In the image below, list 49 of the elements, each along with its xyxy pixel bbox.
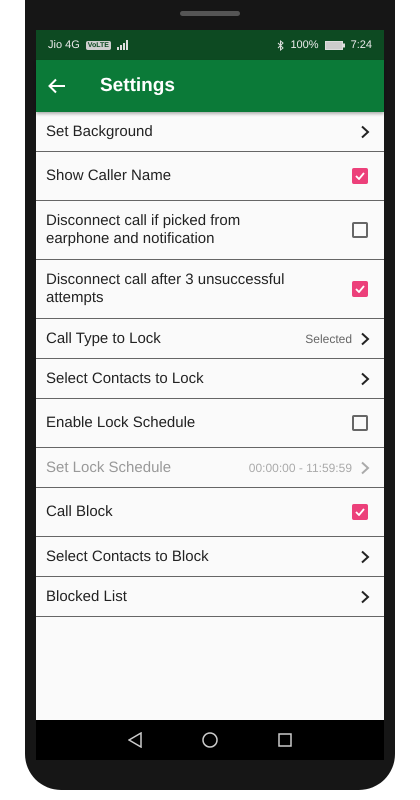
chevron-icon xyxy=(360,372,370,386)
speaker-grille xyxy=(180,11,240,16)
bluetooth-icon xyxy=(277,40,284,50)
setting-label: Set Background xyxy=(46,122,154,140)
settings-row[interactable]: Blocked List xyxy=(36,577,384,617)
settings-row[interactable]: Show Caller Name xyxy=(36,152,384,201)
battery-percent: 100% xyxy=(290,39,319,51)
checkbox[interactable] xyxy=(352,415,368,431)
screen-title: Settings xyxy=(100,75,175,97)
battery-icon xyxy=(324,40,345,50)
settings-row[interactable]: Disconnect call after 3 unsuccessful attempts xyxy=(36,260,384,319)
back-arrow-icon[interactable] xyxy=(48,78,66,94)
settings-row[interactable]: Select Contacts to Lock xyxy=(36,359,384,399)
chevron-icon xyxy=(360,590,370,604)
back-icon[interactable] xyxy=(128,732,142,748)
setting-label: Disconnect call if picked from earphone and notification xyxy=(46,212,242,248)
check-icon xyxy=(355,172,365,180)
chevron-icon xyxy=(360,550,370,564)
signal-icon xyxy=(116,40,129,50)
settings-row[interactable]: Disconnect call if picked from earphone and notification xyxy=(36,201,384,260)
home-icon[interactable] xyxy=(202,732,218,748)
setting-label: Select Contacts to Block xyxy=(46,548,210,566)
checkbox[interactable] xyxy=(352,222,368,238)
setting-value: Selected xyxy=(305,332,352,346)
setting-label: Disconnect call after 3 unsuccessful attempts xyxy=(46,271,286,307)
clock-text: 7:24 xyxy=(350,39,372,51)
setting-value: 00:00:00 - 11:59:59 xyxy=(248,460,352,474)
setting-label: Set Lock Schedule xyxy=(46,458,172,476)
recents-icon[interactable] xyxy=(278,733,292,747)
check-icon xyxy=(355,285,365,293)
setting-label: Call Type to Lock xyxy=(46,330,162,348)
setting-label: Show Caller Name xyxy=(46,167,172,185)
checkbox[interactable] xyxy=(352,168,368,184)
settings-row[interactable]: Call Type to Lock Selected xyxy=(36,319,384,359)
checkbox[interactable] xyxy=(352,281,368,297)
setting-label: Select Contacts to Lock xyxy=(46,370,205,388)
chevron-icon xyxy=(360,332,370,346)
chevron-icon xyxy=(360,460,370,474)
settings-row[interactable]: Select Contacts to Block xyxy=(36,537,384,577)
settings-row[interactable]: Call Block xyxy=(36,488,384,537)
chevron-icon xyxy=(360,124,370,138)
carrier-text: Jio 4G xyxy=(48,39,80,51)
settings-row[interactable]: Set Background xyxy=(36,112,384,152)
check-icon xyxy=(355,508,365,516)
setting-label: Enable Lock Schedule xyxy=(46,414,196,432)
settings-row[interactable]: Enable Lock Schedule xyxy=(36,399,384,448)
checkbox[interactable] xyxy=(352,504,368,520)
setting-label: Blocked List xyxy=(46,588,128,606)
setting-label: Call Block xyxy=(46,503,114,521)
